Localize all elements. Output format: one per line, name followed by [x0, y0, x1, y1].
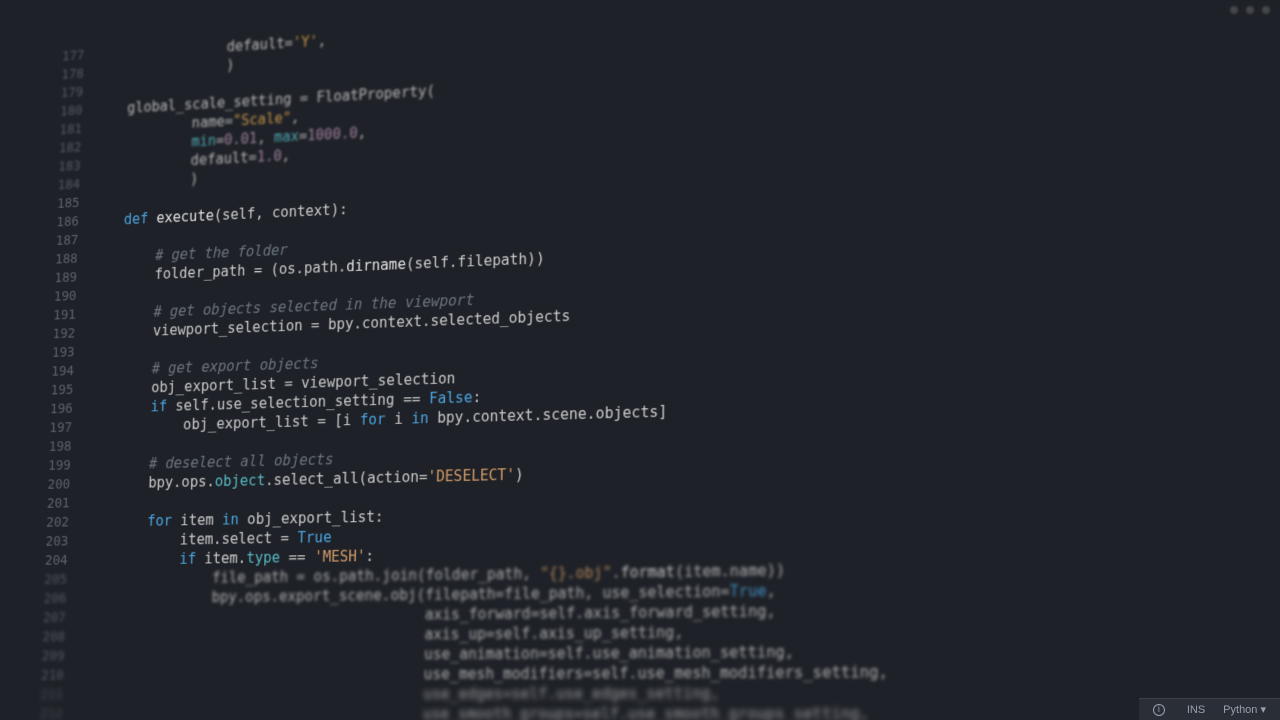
line-number: 187 [50, 230, 92, 250]
line-number: 183 [52, 156, 93, 177]
line-number: 201 [41, 494, 83, 514]
line-number: 207 [37, 608, 79, 628]
line-number: 203 [39, 532, 81, 552]
line-number: 189 [48, 268, 90, 288]
code-content[interactable]: use_smooth_groups=self.use_smooth_groups… [75, 703, 1280, 720]
line-number: 202 [40, 513, 82, 533]
code-line[interactable]: 211 use_edges=self.use_edges_setting, [30, 681, 1280, 704]
line-number: 193 [46, 343, 88, 363]
line-number: 184 [51, 175, 93, 196]
line-number: 205 [38, 570, 80, 590]
status-insert-mode[interactable]: INS [1187, 704, 1205, 716]
line-number: 188 [49, 249, 91, 269]
code-editor[interactable]: 177 default='Y',178 )179180 global_scale… [30, 0, 1280, 720]
line-number: 190 [48, 286, 90, 306]
line-number: 185 [51, 193, 93, 214]
line-number: 210 [35, 666, 77, 685]
line-number: 198 [42, 437, 84, 457]
line-number: 200 [41, 475, 83, 495]
line-number: 208 [36, 628, 78, 647]
line-number: 194 [45, 361, 87, 381]
line-number: 186 [50, 212, 92, 232]
line-number: 206 [37, 589, 79, 609]
status-bar: i INS Python ▾ [1139, 698, 1280, 720]
code-line[interactable]: 212 use_smooth_groups=self.use_smooth_gr… [30, 703, 1280, 720]
line-number: 204 [39, 551, 81, 571]
line-number: 178 [55, 64, 96, 85]
line-number: 180 [54, 101, 95, 122]
line-number: 199 [42, 456, 84, 476]
line-number: 212 [33, 705, 75, 720]
line-number: 182 [53, 138, 94, 159]
line-number: 197 [43, 418, 85, 438]
line-number: 209 [35, 647, 77, 666]
line-number: 195 [44, 380, 86, 400]
line-number: 181 [53, 119, 94, 140]
line-number: 211 [34, 685, 76, 704]
line-number: 192 [46, 324, 88, 344]
line-number: 196 [44, 399, 86, 419]
status-language[interactable]: Python ▾ [1223, 703, 1266, 716]
line-number: 179 [55, 82, 96, 103]
code-content[interactable]: use_edges=self.use_edges_setting, [76, 681, 1280, 704]
status-info-icon[interactable]: i [1153, 703, 1169, 716]
line-number: 191 [47, 305, 89, 325]
